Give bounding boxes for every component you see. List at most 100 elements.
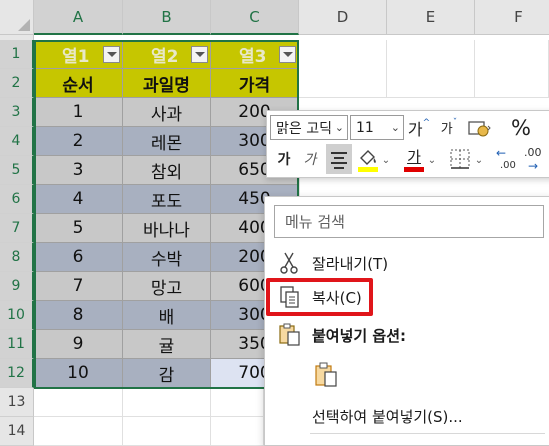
column-header-a[interactable]: A	[34, 0, 123, 35]
borders-icon	[450, 149, 470, 169]
font-name-value: 맑은 고딕	[276, 120, 332, 137]
row-header-4[interactable]: 4	[0, 127, 34, 156]
table-header-order[interactable]: 순서	[34, 69, 123, 98]
decrease-decimal-button[interactable]: .00 →	[522, 146, 549, 174]
menu-search-placeholder: 메뉴 검색	[285, 213, 345, 231]
empty-cell[interactable]	[387, 40, 475, 98]
chevron-down-icon[interactable]: ⌄	[474, 150, 484, 170]
paint-bucket-icon	[358, 150, 378, 172]
table-cell[interactable]: 감	[123, 359, 211, 388]
row-header-12[interactable]: 12	[0, 359, 34, 388]
chevron-down-icon[interactable]: ⌄	[427, 150, 437, 170]
percent-style-button[interactable]: %	[508, 114, 534, 141]
table-cell[interactable]: 포도	[123, 185, 211, 214]
menu-search-input[interactable]: 메뉴 검색	[274, 205, 544, 238]
left-arrow-icon: ←	[496, 146, 507, 160]
row-header-10[interactable]: 10	[0, 301, 34, 330]
right-arrow-icon: →	[528, 159, 539, 173]
increase-decimal-button[interactable]: ← .00	[494, 146, 518, 174]
chevron-down-icon[interactable]: ⌄	[381, 150, 391, 170]
highlight-annotation-box	[266, 278, 373, 316]
chevron-down-icon: ⌄	[334, 121, 344, 134]
table-cell[interactable]: 사과	[123, 98, 211, 127]
table-cell[interactable]: 귤	[123, 330, 211, 359]
table-cell[interactable]: 1	[34, 98, 123, 127]
bold-button[interactable]: 가	[272, 146, 296, 172]
paste-options-label: 붙여넣기 옵션:	[312, 326, 407, 345]
row-header-6[interactable]: 6	[0, 185, 34, 214]
row-header-8[interactable]: 8	[0, 243, 34, 272]
table-cell[interactable]: 10	[34, 359, 123, 388]
menu-item-paste-special[interactable]: 선택하여 붙여넣기(S)...	[276, 399, 546, 433]
font-size-value: 11	[356, 119, 374, 136]
empty-cell[interactable]	[123, 417, 211, 446]
clipboard-paste-icon	[315, 362, 337, 387]
filter-dropdown-button-3[interactable]	[279, 46, 296, 63]
table-cell[interactable]: 3	[34, 156, 123, 185]
column-header-c[interactable]: C	[211, 0, 299, 35]
decimal-label: .00	[500, 160, 516, 171]
clipboard-icon	[276, 321, 304, 349]
table-cell[interactable]: 2	[34, 127, 123, 156]
table-cell[interactable]: 4	[34, 185, 123, 214]
accounting-format-icon[interactable]	[466, 117, 492, 139]
font-color-swatch	[404, 167, 424, 172]
row-header-11[interactable]: 11	[0, 330, 34, 359]
column-header-d[interactable]: D	[299, 0, 387, 35]
decimal-label: .00	[524, 146, 542, 159]
table-cell[interactable]: 수박	[123, 243, 211, 272]
font-size-box[interactable]: 11 ⌄	[350, 115, 404, 140]
table-cell[interactable]: 9	[34, 330, 123, 359]
empty-cell[interactable]	[211, 417, 264, 446]
grow-font-button[interactable]: 가 ^	[406, 115, 432, 140]
row-header-3[interactable]: 3	[0, 98, 34, 127]
row-header-1[interactable]: 1	[0, 40, 34, 69]
center-align-button[interactable]	[326, 144, 352, 174]
fill-color-button[interactable]	[356, 146, 380, 174]
table-cell[interactable]: 레몬	[123, 127, 211, 156]
table-cell[interactable]: 참외	[123, 156, 211, 185]
shrink-font-button[interactable]: 가ˇ	[436, 115, 462, 140]
row-header-14[interactable]: 14	[0, 417, 34, 446]
paste-button[interactable]	[312, 360, 342, 390]
column-header-b[interactable]: B	[123, 0, 211, 35]
empty-cell[interactable]	[34, 388, 123, 417]
table-cell[interactable]: 6	[34, 243, 123, 272]
filter-dropdown-button-1[interactable]	[103, 46, 120, 63]
column-header-f[interactable]: F	[475, 0, 549, 35]
table-header-fruit[interactable]: 과일명	[123, 69, 211, 98]
select-all-triangle-icon	[18, 19, 30, 31]
empty-cell[interactable]	[475, 40, 549, 98]
align-center-icon	[331, 152, 347, 169]
scissors-icon	[276, 249, 304, 277]
menu-item-cut[interactable]: 잘라내기(T)	[276, 246, 546, 280]
italic-button[interactable]: 가	[298, 146, 322, 172]
row-header-7[interactable]: 7	[0, 214, 34, 243]
font-color-button[interactable]: 가	[402, 145, 426, 175]
row-header-9[interactable]: 9	[0, 272, 34, 301]
column-header-e[interactable]: E	[387, 0, 475, 35]
table-cell[interactable]: 바나나	[123, 214, 211, 243]
down-caret-icon: ˇ	[452, 117, 458, 128]
borders-button[interactable]	[448, 147, 472, 171]
shrink-font-glyph: 가	[440, 122, 453, 137]
table-cell[interactable]: 8	[34, 301, 123, 330]
empty-cell[interactable]	[123, 388, 211, 417]
row-header-2[interactable]: 2	[0, 69, 34, 98]
menu-item-paste-special-label: 선택하여 붙여넣기(S)...	[312, 407, 463, 426]
menu-item-paste-options-header: 붙여넣기 옵션:	[276, 318, 546, 352]
table-cell[interactable]: 7	[34, 272, 123, 301]
empty-cell[interactable]	[34, 417, 123, 446]
table-cell[interactable]: 5	[34, 214, 123, 243]
filter-dropdown-button-2[interactable]	[191, 46, 208, 63]
table-cell[interactable]: 배	[123, 301, 211, 330]
menu-item-cut-label: 잘라내기(T)	[312, 254, 389, 273]
table-header-price[interactable]: 가격	[211, 69, 299, 98]
empty-cell[interactable]	[211, 388, 264, 417]
up-caret-icon: ^	[422, 117, 431, 128]
empty-cell[interactable]	[299, 40, 387, 98]
row-header-5[interactable]: 5	[0, 156, 34, 185]
row-header-13[interactable]: 13	[0, 388, 34, 417]
table-cell[interactable]: 망고	[123, 272, 211, 301]
font-name-box[interactable]: 맑은 고딕 ⌄	[270, 115, 348, 140]
